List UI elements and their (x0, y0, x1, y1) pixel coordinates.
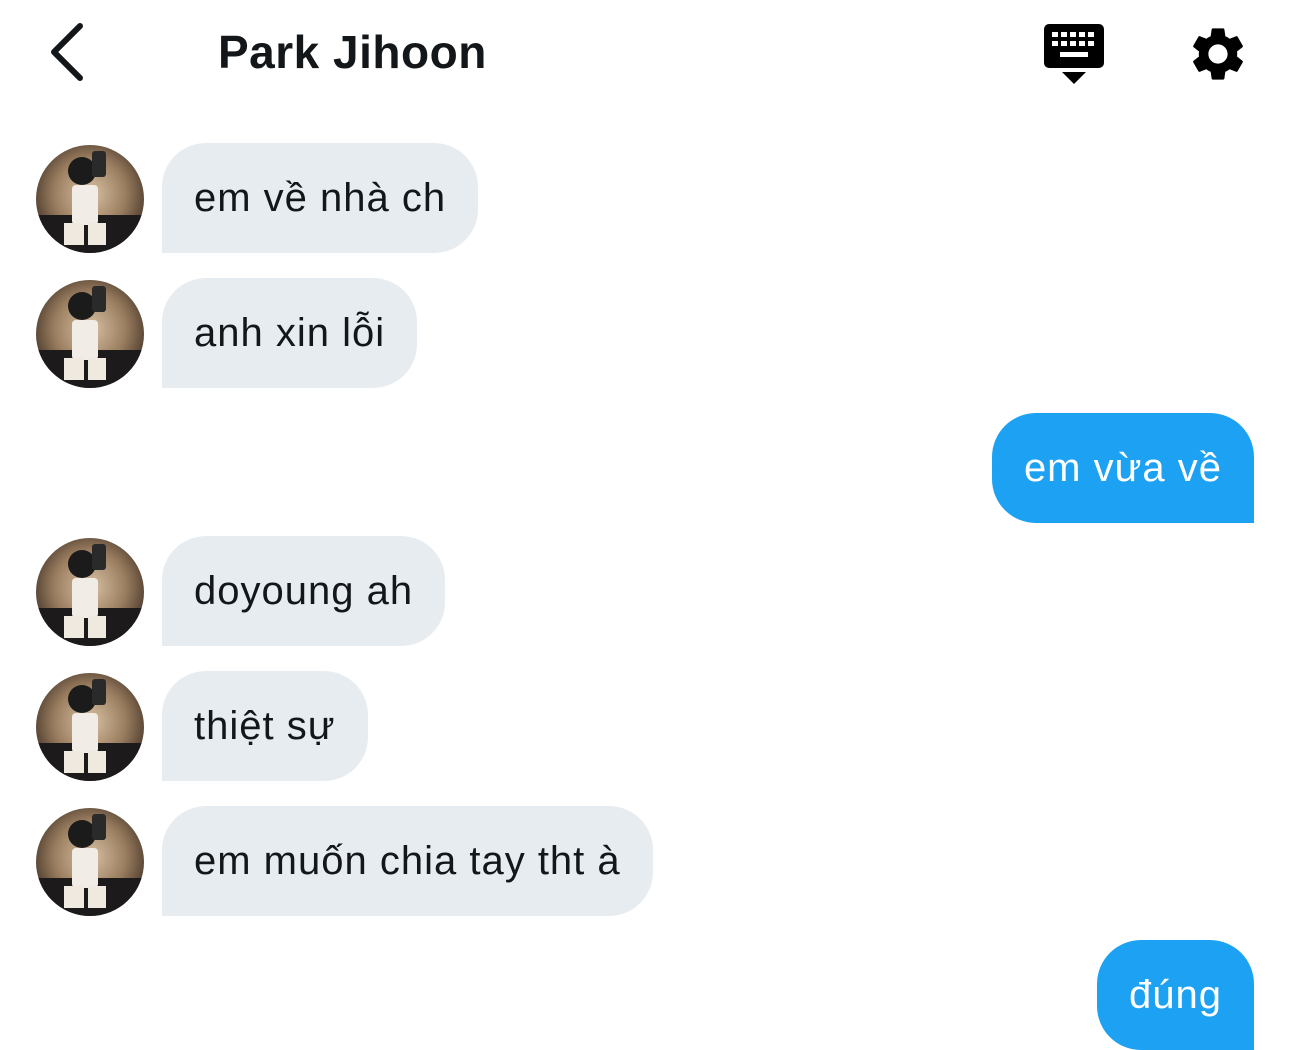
gear-icon (1193, 28, 1243, 80)
avatar-photo (36, 280, 144, 388)
incoming-message-bubble[interactable]: em muốn chia tay tht à (162, 806, 653, 916)
incoming-message-bubble[interactable]: thiệt sự (162, 671, 368, 781)
message-row: em vừa về (0, 413, 1290, 523)
outgoing-message-bubble[interactable]: em vừa về (991, 413, 1254, 523)
outgoing-message-bubble[interactable]: đúng (1097, 940, 1254, 1050)
message-row: đúng (0, 940, 1290, 1050)
avatar[interactable] (36, 808, 144, 916)
incoming-message-bubble[interactable]: anh xin lỗi (162, 278, 418, 388)
avatar-photo (36, 673, 144, 781)
incoming-message-bubble[interactable]: em về nhà ch (162, 143, 479, 253)
avatar[interactable] (36, 538, 144, 646)
settings-button[interactable] (1186, 22, 1250, 86)
avatar[interactable] (36, 673, 144, 781)
keyboard-hide-icon (1044, 24, 1104, 84)
message-row: doyoung ah (0, 536, 1290, 646)
avatar-photo (36, 538, 144, 646)
message-row: em về nhà ch (0, 143, 1290, 253)
message-row: em muốn chia tay tht à (0, 806, 1290, 916)
avatar[interactable] (36, 280, 144, 388)
message-row: thiệt sự (0, 671, 1290, 781)
chat-header: Park Jihoon (0, 0, 1290, 110)
avatar[interactable] (36, 145, 144, 253)
back-button[interactable] (40, 20, 96, 84)
message-row: anh xin lỗi (0, 278, 1290, 388)
avatar-photo (36, 808, 144, 916)
keyboard-toggle-button[interactable] (1040, 22, 1108, 86)
conversation-title: Park Jihoon (218, 26, 487, 78)
chevron-left-icon (51, 23, 83, 81)
avatar-photo (36, 145, 144, 253)
incoming-message-bubble[interactable]: doyoung ah (162, 536, 446, 646)
